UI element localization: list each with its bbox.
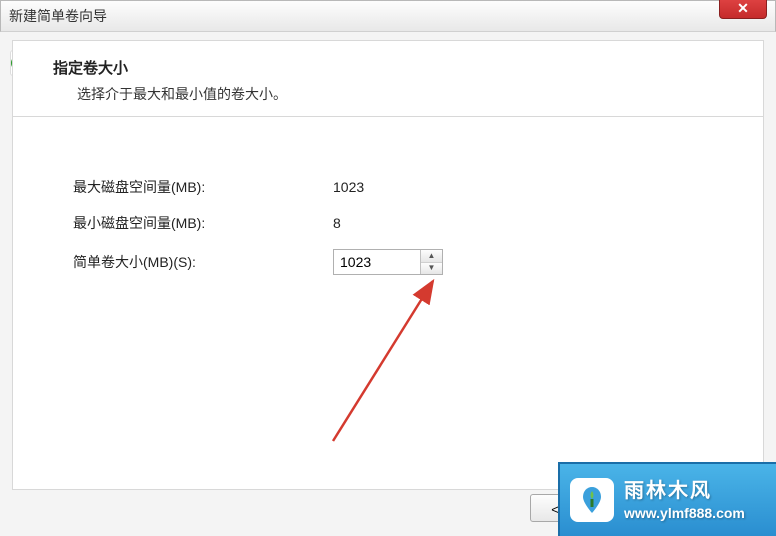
watermark-title: 雨林木风 <box>624 478 745 504</box>
chevron-down-icon: ▼ <box>428 264 436 272</box>
spinner-up-button[interactable]: ▲ <box>421 250 442 263</box>
wizard-content: 指定卷大小 选择介于最大和最小值的卷大小。 最大磁盘空间量(MB): 1023 … <box>12 40 764 490</box>
wizard-header: 指定卷大小 选择介于最大和最小值的卷大小。 <box>13 41 763 117</box>
watermark-url: www.ylmf888.com <box>624 504 745 522</box>
window-frame: 新建简单卷向导 ✕ 121 下载站 指定卷大小 选择介于最大和最小值的卷大小。 … <box>0 0 776 536</box>
close-button[interactable]: ✕ <box>719 0 767 19</box>
watermark-logo-icon <box>570 478 614 522</box>
titlebar: 新建简单卷向导 ✕ <box>0 0 776 32</box>
volume-size-input[interactable] <box>334 250 420 274</box>
min-space-value: 8 <box>333 215 473 231</box>
chevron-up-icon: ▲ <box>428 252 436 260</box>
spinner-buttons: ▲ ▼ <box>420 250 442 274</box>
page-title: 指定卷大小 <box>53 57 739 78</box>
close-icon: ✕ <box>737 0 749 17</box>
volume-size-spinner[interactable]: ▲ ▼ <box>333 249 443 275</box>
volume-size-row: 简单卷大小(MB)(S): ▲ ▼ <box>73 249 703 275</box>
watermark-text-block: 雨林木风 www.ylmf888.com <box>624 478 745 522</box>
form-area: 最大磁盘空间量(MB): 1023 最小磁盘空间量(MB): 8 简单卷大小(M… <box>13 117 763 311</box>
page-subtitle: 选择介于最大和最小值的卷大小。 <box>77 84 739 104</box>
min-space-row: 最小磁盘空间量(MB): 8 <box>73 213 703 233</box>
max-space-row: 最大磁盘空间量(MB): 1023 <box>73 177 703 197</box>
max-space-value: 1023 <box>333 179 473 195</box>
window-title: 新建简单卷向导 <box>9 6 107 26</box>
volume-size-label: 简单卷大小(MB)(S): <box>73 252 333 272</box>
max-space-label: 最大磁盘空间量(MB): <box>73 177 333 197</box>
watermark-banner: 雨林木风 www.ylmf888.com <box>558 462 776 536</box>
min-space-label: 最小磁盘空间量(MB): <box>73 213 333 233</box>
spinner-down-button[interactable]: ▼ <box>421 263 442 275</box>
